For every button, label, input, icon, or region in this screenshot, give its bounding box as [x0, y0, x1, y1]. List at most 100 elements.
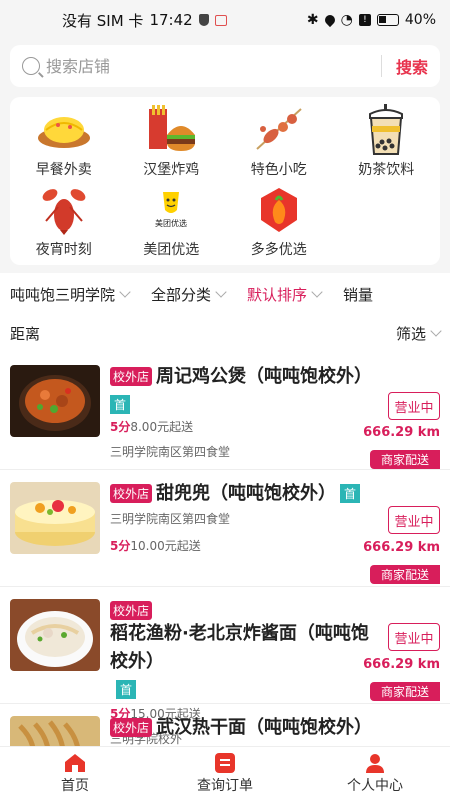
burger-fries-icon	[143, 105, 199, 155]
shop-title-row: 校外店 甜兜兜（吨吨饱校外） 首	[110, 480, 440, 508]
search-divider	[380, 55, 382, 77]
shop-min-order: 10.00元起送	[130, 539, 201, 553]
search-button[interactable]: 搜索	[396, 54, 428, 78]
filter-category-label: 全部分类	[151, 285, 212, 304]
category-grid: 早餐外卖 汉堡炸鸡 特色小吃 奶茶饮料 夜宵时刻 美团优选 美团优选 多多优选	[10, 97, 440, 265]
first-order-tag: 首	[110, 395, 131, 414]
orders-icon	[215, 752, 235, 773]
shop-list: 校外店 周记鸡公煲（吨吨饱校外） 首 5分8.00元起送 三明学院南区第四食堂 …	[0, 353, 450, 746]
shop-image	[10, 482, 100, 554]
shop-title-row: 校外店 武汉热干面（吨吨饱校外）	[110, 714, 440, 742]
status-bar: 没有 SIM 卡 17:42 ✱ ◔ ! 40%	[0, 0, 450, 40]
location-icon	[322, 12, 337, 28]
category-snacks[interactable]: 特色小吃	[225, 103, 333, 185]
omelette-icon	[36, 105, 92, 155]
shop-body: 校外店 甜兜兜（吨吨饱校外） 首 三明学院南区第四食堂 5分10.00元起送 营…	[110, 480, 440, 586]
off-campus-tag: 校外店	[110, 601, 153, 620]
sim-status: 没有 SIM 卡	[62, 11, 144, 30]
filter-distance[interactable]: 距离	[10, 323, 40, 344]
filter-row-2: 距离 筛选	[10, 315, 442, 351]
shop-item[interactable]: 校外店 周记鸡公煲（吨吨饱校外） 首 5分8.00元起送 三明学院南区第四食堂 …	[0, 353, 450, 470]
category-night-snack[interactable]: 夜宵时刻	[10, 185, 118, 265]
filter-row: 吨吨饱三明学院 全部分类 默认排序 销量	[10, 273, 440, 315]
shield-icon	[198, 14, 209, 26]
search-box: 搜索	[10, 45, 440, 87]
clock: 17:42	[149, 11, 193, 29]
filter-bar: 吨吨饱三明学院 全部分类 默认排序 销量 距离 筛选	[0, 273, 450, 353]
shop-image	[10, 365, 100, 437]
open-status-badge: 营业中	[388, 623, 440, 651]
filter-screen-label: 筛选	[395, 324, 426, 343]
lobster-icon	[36, 185, 92, 235]
open-status-badge: 营业中	[388, 506, 440, 534]
filter-category[interactable]: 全部分类	[151, 284, 227, 305]
filter-sales[interactable]: 销量	[343, 284, 373, 305]
shop-distance: 666.29 km	[363, 425, 440, 440]
shop-image	[10, 599, 100, 671]
calendar-icon	[214, 14, 227, 26]
category-label: 多多优选	[250, 242, 307, 258]
tab-home[interactable]: 首页	[0, 747, 150, 800]
first-order-tag: 首	[340, 484, 361, 503]
category-label: 汉堡炸鸡	[143, 162, 200, 178]
shop-name: 周记鸡公煲（吨吨饱校外）	[156, 366, 373, 387]
category-label: 美团优选	[143, 242, 200, 258]
chevron-down-icon	[311, 286, 323, 298]
shop-body: 校外店 周记鸡公煲（吨吨饱校外） 首 5分8.00元起送 三明学院南区第四食堂 …	[110, 363, 440, 469]
tab-label: 查询订单	[197, 777, 253, 794]
category-breakfast[interactable]: 早餐外卖	[10, 103, 118, 185]
category-burger[interactable]: 汉堡炸鸡	[118, 103, 226, 185]
user-icon	[366, 753, 384, 773]
category-meituan[interactable]: 美团优选 美团优选	[118, 185, 226, 265]
tab-orders[interactable]: 查询订单	[150, 747, 300, 800]
first-order-tag: 首	[116, 680, 137, 699]
category-label: 特色小吃	[250, 162, 307, 178]
off-campus-tag: 校外店	[110, 484, 153, 503]
filter-location-label: 吨吨饱三明学院	[10, 285, 116, 304]
shop-rating: 5分	[110, 420, 131, 434]
delivery-badge: 商家配送	[370, 682, 440, 701]
shop-item[interactable]: 校外店 武汉热干面（吨吨饱校外）	[0, 704, 450, 746]
filter-sales-label: 销量	[343, 285, 374, 304]
shop-name: 武汉热干面（吨吨饱校外）	[156, 717, 373, 738]
shop-title-row: 校外店 周记鸡公煲（吨吨饱校外）	[110, 363, 440, 391]
shop-distance: 666.29 km	[363, 540, 440, 555]
search-icon	[22, 57, 40, 75]
svg-text:美团优选: 美团优选	[155, 218, 187, 228]
bubble-tea-icon	[358, 104, 414, 155]
shop-body: 校外店 武汉热干面（吨吨饱校外）	[110, 714, 440, 746]
delivery-badge: 商家配送	[370, 565, 440, 584]
shop-distance: 666.29 km	[363, 657, 440, 672]
battery-icon	[376, 14, 399, 26]
filter-location[interactable]: 吨吨饱三明学院	[10, 284, 131, 305]
tab-bar: 首页 查询订单 个人中心	[0, 746, 450, 800]
shop-body: 校外店 稻花渔粉·老北京炸酱面（吨吨饱校外） 首 5分15.00元起送 三明学院…	[110, 597, 440, 746]
category-milktea[interactable]: 奶茶饮料	[333, 103, 441, 185]
filter-screen[interactable]: 筛选	[395, 323, 442, 344]
chevron-down-icon	[430, 325, 442, 337]
tab-profile[interactable]: 个人中心	[300, 747, 450, 800]
status-right: ✱ ◔ ! 40%	[307, 12, 436, 28]
shop-item[interactable]: 校外店 稻花渔粉·老北京炸酱面（吨吨饱校外） 首 5分15.00元起送 三明学院…	[0, 587, 450, 746]
category-label: 早餐外卖	[35, 162, 92, 178]
chevron-down-icon	[119, 286, 131, 298]
duoduo-youxuan-logo	[251, 185, 307, 235]
delivery-badge: 商家配送	[370, 450, 440, 469]
bluetooth-icon: ✱	[306, 12, 319, 28]
tab-label: 个人中心	[347, 777, 403, 794]
off-campus-tag: 校外店	[110, 718, 153, 737]
filter-sort-label: 默认排序	[247, 285, 308, 304]
shop-min-order: 8.00元起送	[130, 420, 194, 434]
category-label: 奶茶饮料	[358, 162, 415, 178]
status-left: 没有 SIM 卡 17:42	[62, 10, 227, 31]
skewer-icon	[251, 105, 307, 155]
category-duoduo[interactable]: 多多优选	[225, 185, 333, 265]
shop-name: 稻花渔粉·老北京炸酱面（吨吨饱校外）	[110, 623, 369, 672]
search-input[interactable]	[46, 56, 381, 76]
filter-sort[interactable]: 默认排序	[247, 284, 323, 305]
tab-label: 首页	[61, 777, 89, 794]
shop-item[interactable]: 校外店 甜兜兜（吨吨饱校外） 首 三明学院南区第四食堂 5分10.00元起送 营…	[0, 470, 450, 587]
home-icon	[65, 753, 85, 772]
chevron-down-icon	[215, 286, 227, 298]
wifi-icon: ◔	[340, 12, 353, 28]
